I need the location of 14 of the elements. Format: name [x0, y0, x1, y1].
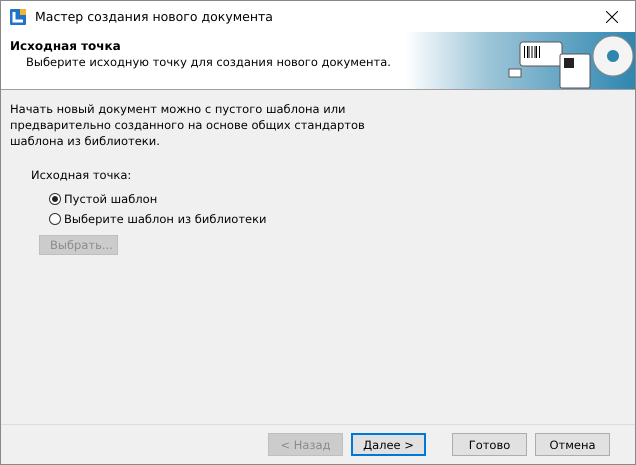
step-title: Исходная точка [10, 39, 122, 53]
wizard-button[interactable]: Готово [452, 433, 527, 456]
app-logo-icon [10, 8, 26, 24]
description-text: Начать новый документ можно с пустого шаблона или предварительно созданного на основе общих стандартов шаблона из библиотеки. [10, 101, 366, 149]
close-icon [606, 10, 618, 22]
radio-button[interactable] [49, 213, 61, 225]
wizard-button[interactable]: Отмена [535, 433, 610, 456]
radio-label[interactable]: Выберите шаблон из библиотеки [64, 212, 267, 226]
source-label: Исходная точка: [31, 168, 132, 182]
step-subtitle: Выберите исходную точку для создания нового документа. [25, 55, 392, 69]
window-title: Мастер создания нового документа [35, 9, 274, 24]
radio-label[interactable]: Пустой шаблон [64, 192, 158, 206]
radio-button[interactable] [49, 193, 61, 205]
wizard-button[interactable]: Далее > [351, 433, 426, 456]
